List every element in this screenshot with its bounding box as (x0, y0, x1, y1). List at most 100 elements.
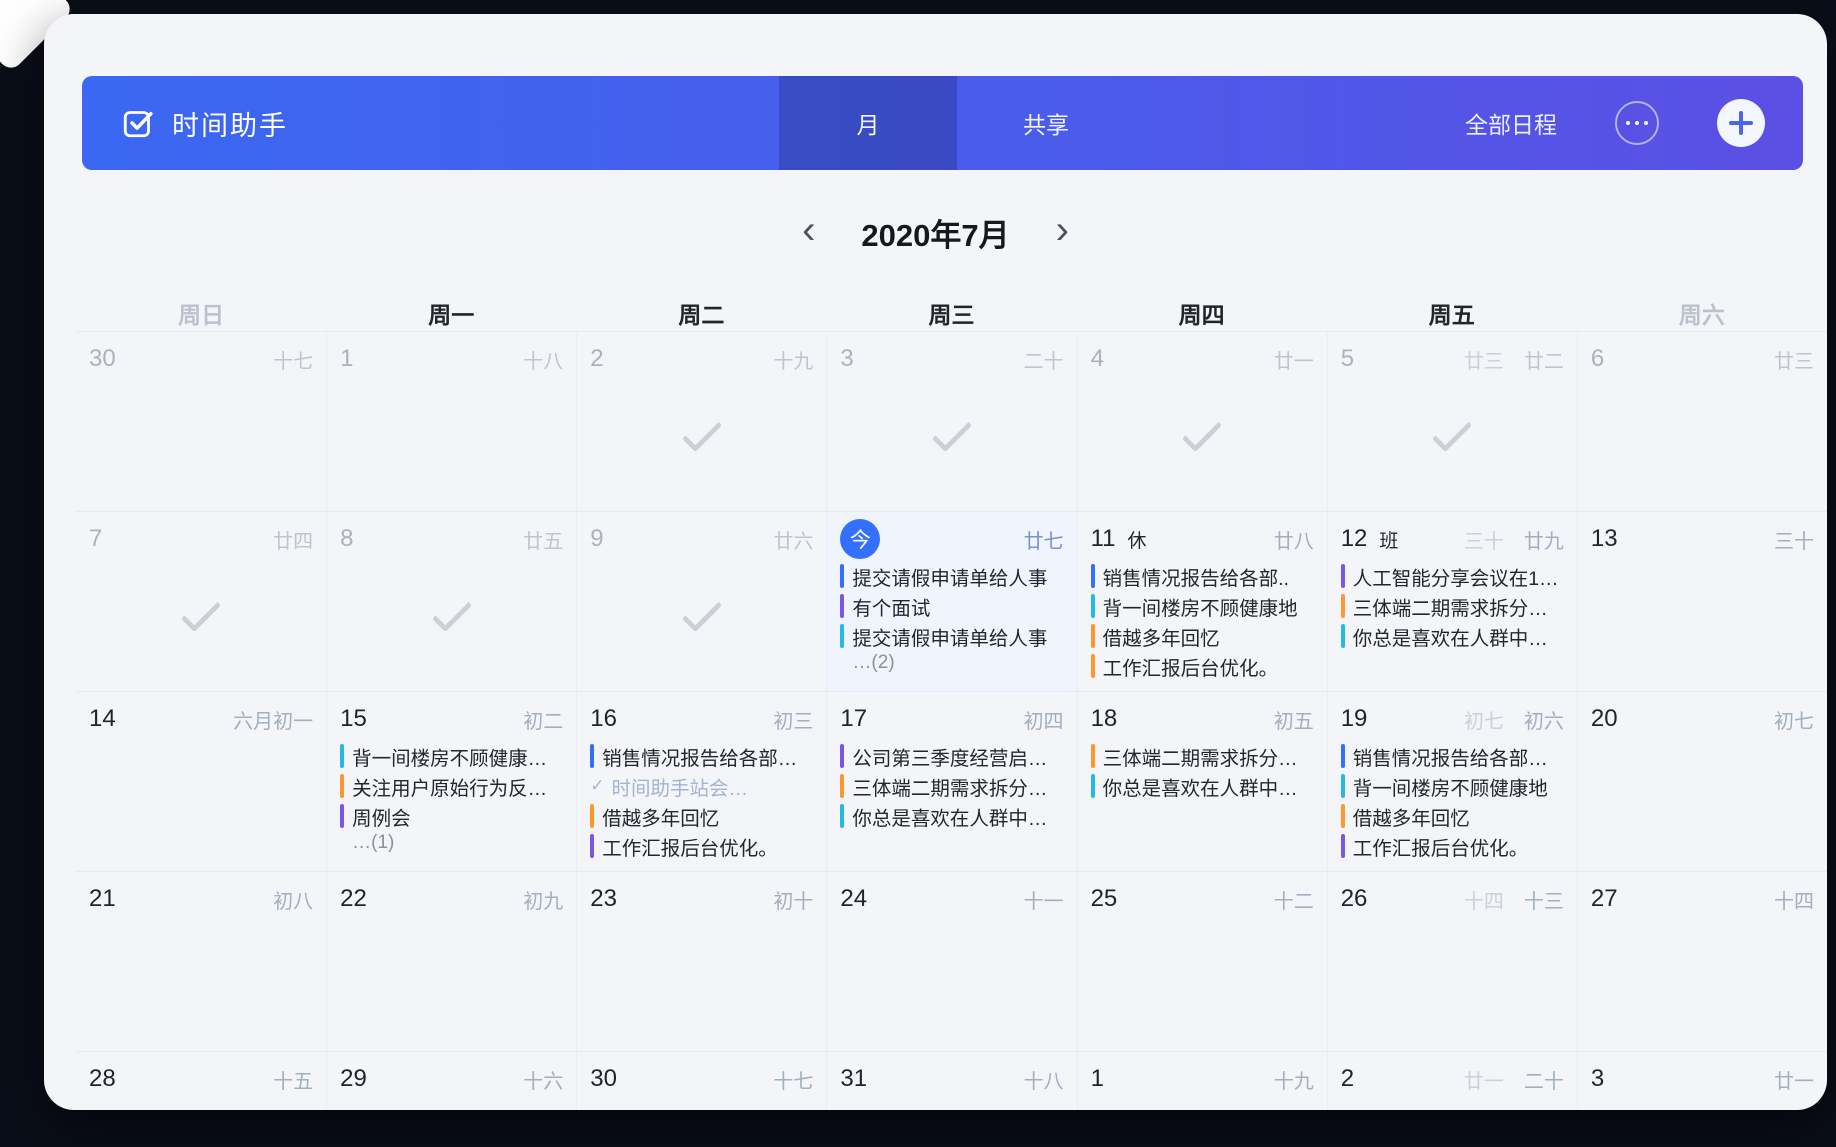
day-cell[interactable]: 1十九 (1077, 1051, 1327, 1110)
next-month-button[interactable]: › (1056, 210, 1069, 250)
day-cell[interactable]: 3廿一 (1577, 1051, 1827, 1110)
day-header-row: 14六月初一 (89, 701, 313, 737)
more-button[interactable] (1615, 101, 1659, 145)
day-cell[interactable]: 6廿三 (1577, 331, 1827, 511)
day-header-row: 17初四 (840, 701, 1063, 737)
event-item[interactable]: 提交请假申请单给人事 (840, 561, 1063, 591)
day-cell[interactable]: 23初十 (576, 871, 826, 1051)
event-item[interactable]: 借越多年回忆 (1091, 621, 1314, 651)
event-item[interactable]: 人工智能分享会议在1… (1341, 561, 1564, 591)
holiday-work-tag: 休 (1127, 526, 1146, 553)
weekday-header: 周二 (576, 295, 826, 331)
today-badge: 今 (840, 519, 880, 559)
lunar-date-label: 初九 (523, 885, 563, 914)
day-cell[interactable]: 26十四十三 (1327, 871, 1577, 1051)
day-cell[interactable]: 11休廿八销售情况报告给各部..背一间楼房不顾健康地借越多年回忆工作汇报后台优化… (1077, 511, 1327, 691)
all-done-check-icon (181, 592, 221, 632)
day-cell[interactable]: 18初五三体端二期需求拆分…你总是喜欢在人群中… (1077, 691, 1327, 871)
day-number: 30 (590, 1065, 617, 1093)
day-cell[interactable]: 20初七 (1577, 691, 1827, 871)
lunar-labels: 廿三廿二 (1464, 345, 1564, 374)
event-item[interactable]: 周例会 (340, 801, 563, 831)
day-cell[interactable]: 15初二背一间楼房不顾健康…关注用户原始行为反…周例会…(1) (326, 691, 576, 871)
more-events-button[interactable]: …(2) (840, 652, 1063, 674)
day-number: 26 (1341, 885, 1368, 913)
day-cell[interactable]: 14六月初一 (76, 691, 326, 871)
day-cell[interactable]: 5廿三廿二 (1327, 331, 1577, 511)
event-item[interactable]: 关注用户原始行为反… (340, 771, 563, 801)
day-number: 7 (89, 525, 102, 553)
day-cell[interactable]: 28十五 (76, 1051, 326, 1110)
event-item[interactable]: 三体端二期需求拆分… (840, 771, 1063, 801)
day-number: 27 (1591, 885, 1618, 913)
event-item[interactable]: 背一间楼房不顾健康地 (1091, 591, 1314, 621)
event-color-bar (840, 594, 844, 618)
event-item[interactable]: 公司第三季度经营启… (840, 741, 1063, 771)
event-item[interactable]: 借越多年回忆 (590, 801, 813, 831)
event-item[interactable]: 销售情况报告给各部… (590, 741, 813, 771)
event-title: 时间助手站会… (612, 772, 749, 801)
day-cell[interactable]: 7廿四 (76, 511, 326, 691)
event-item[interactable]: 背一间楼房不顾健康地 (1341, 771, 1564, 801)
day-cell[interactable]: 17初四公司第三季度经营启…三体端二期需求拆分…你总是喜欢在人群中… (826, 691, 1076, 871)
event-item[interactable]: 工作汇报后台优化。 (1341, 831, 1564, 861)
day-cell[interactable]: 30十七 (76, 331, 326, 511)
all-schedules-button[interactable]: 全部日程 (1465, 106, 1557, 140)
event-item[interactable]: 工作汇报后台优化。 (590, 831, 813, 861)
lunar-date-label: 廿八 (1274, 525, 1314, 554)
day-cell[interactable]: 19初七初六销售情况报告给各部…背一间楼房不顾健康地借越多年回忆工作汇报后台优化… (1327, 691, 1577, 871)
day-header-row: 13三十 (1591, 521, 1814, 557)
view-tab[interactable]: 共享 (957, 76, 1135, 170)
event-color-bar (1341, 834, 1345, 858)
event-item[interactable]: 背一间楼房不顾健康… (340, 741, 563, 771)
day-cell[interactable]: 3二十 (826, 331, 1076, 511)
event-item[interactable]: 借越多年回忆 (1341, 801, 1564, 831)
day-cell[interactable]: 1十八 (326, 331, 576, 511)
weekday-header-row: 周日周一周二周三周四周五周六 (76, 295, 1827, 331)
day-cell[interactable]: 9廿六 (576, 511, 826, 691)
event-title: 提交请假申请单给人事 (852, 622, 1047, 651)
day-cell[interactable]: 31十八 (826, 1051, 1076, 1110)
view-tab[interactable]: 月 (779, 76, 957, 170)
lunar-date-label: 十六 (523, 1065, 563, 1094)
day-cell[interactable]: 30十七 (576, 1051, 826, 1110)
day-cell[interactable]: 4廿一 (1077, 331, 1327, 511)
event-list: 公司第三季度经营启…三体端二期需求拆分…你总是喜欢在人群中… (840, 741, 1063, 831)
lunar-date-label: 十四 (1774, 885, 1814, 914)
more-events-button[interactable]: …(1) (340, 832, 563, 854)
day-cell[interactable]: 29十六 (326, 1051, 576, 1110)
event-item[interactable]: 三体端二期需求拆分… (1091, 741, 1314, 771)
lunar-labels: 廿三 (1774, 345, 1814, 374)
day-cell[interactable]: 13三十 (1577, 511, 1827, 691)
event-title: 背一间楼房不顾健康… (352, 742, 547, 771)
lunar-labels: 廿七 (1024, 525, 1064, 554)
day-cell[interactable]: 16初三销售情况报告给各部…✓时间助手站会…借越多年回忆工作汇报后台优化。 (576, 691, 826, 871)
event-item[interactable]: 有个面试 (840, 591, 1063, 621)
lunar-labels: 初二 (523, 705, 563, 734)
day-cell[interactable]: 24十一 (826, 871, 1076, 1051)
day-cell[interactable]: 12班三十廿九人工智能分享会议在1…三体端二期需求拆分…你总是喜欢在人群中… (1327, 511, 1577, 691)
prev-month-button[interactable]: ‹ (802, 210, 815, 250)
day-cell[interactable]: 2十九 (576, 331, 826, 511)
event-item[interactable]: 工作汇报后台优化。 (1091, 651, 1314, 681)
event-item[interactable]: 提交请假申请单给人事 (840, 621, 1063, 651)
lunar-labels: 十六 (523, 1065, 563, 1094)
event-item[interactable]: 销售情况报告给各部.. (1091, 561, 1314, 591)
event-item[interactable]: 销售情况报告给各部… (1341, 741, 1564, 771)
event-item[interactable]: 你总是喜欢在人群中… (1341, 621, 1564, 651)
day-cell[interactable]: 22初九 (326, 871, 576, 1051)
day-cell[interactable]: 25十二 (1077, 871, 1327, 1051)
day-cell[interactable]: 21初八 (76, 871, 326, 1051)
event-item[interactable]: 你总是喜欢在人群中… (840, 801, 1063, 831)
event-item[interactable]: 三体端二期需求拆分… (1341, 591, 1564, 621)
more-ellipsis-icon (1644, 121, 1648, 125)
event-item[interactable]: ✓时间助手站会… (590, 771, 813, 801)
event-item[interactable]: 你总是喜欢在人群中… (1091, 771, 1314, 801)
day-cell[interactable]: 8廿五 (326, 511, 576, 691)
day-cell[interactable]: 27 十四 (1577, 871, 1827, 1051)
day-cell[interactable]: 2廿一二十 (1327, 1051, 1577, 1110)
lunar-labels: 六月初一 (233, 705, 313, 734)
day-header-row: 21初八 (89, 881, 313, 917)
day-cell[interactable]: 今廿七提交请假申请单给人事有个面试提交请假申请单给人事…(2) (826, 511, 1076, 691)
add-event-button[interactable] (1717, 99, 1765, 147)
